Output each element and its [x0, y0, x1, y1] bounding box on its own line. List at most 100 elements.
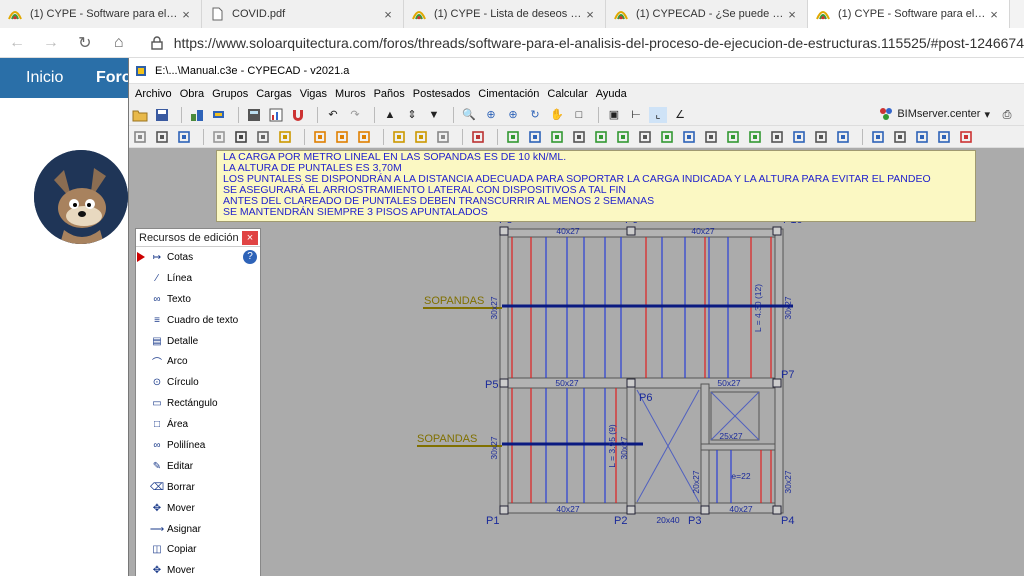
- nav-inicio[interactable]: Inicio: [26, 58, 63, 98]
- mirror-icon[interactable]: [702, 129, 720, 145]
- panel-item-texto[interactable]: ∞ Texto: [136, 289, 260, 310]
- load-icon[interactable]: [232, 129, 250, 145]
- menu-cimentación[interactable]: Cimentación: [474, 88, 543, 100]
- image-icon[interactable]: ▣: [605, 107, 623, 123]
- text-icon[interactable]: [812, 129, 830, 145]
- nav-foro[interactable]: Foro: [96, 58, 132, 98]
- panel-item-mover[interactable]: ✥ Mover: [136, 498, 260, 519]
- edit-icon[interactable]: [390, 129, 408, 145]
- panel-item-arco[interactable]: ⌒ Arco: [136, 351, 260, 372]
- browser-tab[interactable]: (1) CYPE - Software para el análi ×: [808, 0, 1010, 28]
- help-icon[interactable]: ?: [243, 250, 257, 264]
- export-icon[interactable]: [504, 129, 522, 145]
- angle-icon[interactable]: ∠: [671, 107, 689, 123]
- close-tab-icon[interactable]: ×: [583, 7, 597, 22]
- close-icon[interactable]: ×: [242, 231, 258, 245]
- column-icon[interactable]: [131, 129, 149, 145]
- insert-icon[interactable]: [526, 129, 544, 145]
- browser-tab[interactable]: (1) CYPECAD - ¿Se puede girar u×: [606, 0, 808, 28]
- refresh-icon[interactable]: ↻: [68, 33, 102, 53]
- close-tab-icon[interactable]: ×: [987, 7, 1001, 22]
- grid2-icon[interactable]: [935, 129, 953, 145]
- zoom-window-icon[interactable]: 🔍: [460, 107, 478, 123]
- forward-arrow-icon[interactable]: →: [34, 34, 68, 52]
- floor-select-icon[interactable]: ⇕: [403, 107, 421, 123]
- chart-icon[interactable]: [267, 107, 285, 123]
- panel-item-área[interactable]: □ Área: [136, 414, 260, 435]
- browser-tab[interactable]: (1) CYPE - Lista de deseos CYPE×: [404, 0, 606, 28]
- text-box-note[interactable]: LA CARGA POR METRO LINEAL EN LAS SOPANDA…: [216, 150, 976, 222]
- menu-vigas[interactable]: Vigas: [296, 88, 331, 100]
- panel-item-detalle[interactable]: ▤ Detalle: [136, 331, 260, 352]
- edit2-icon[interactable]: [412, 129, 430, 145]
- section-icon[interactable]: [869, 129, 887, 145]
- browser-tab[interactable]: (1) CYPE - Software para el análisis×: [0, 0, 202, 28]
- close-red-icon[interactable]: [957, 129, 975, 145]
- close-tab-icon[interactable]: ×: [785, 7, 799, 22]
- list-icon[interactable]: [570, 129, 588, 145]
- menu-muros[interactable]: Muros: [331, 88, 370, 100]
- undo-icon[interactable]: ↶: [324, 107, 342, 123]
- frame-icon[interactable]: [913, 129, 931, 145]
- stair3-icon[interactable]: [355, 129, 373, 145]
- close-tab-icon[interactable]: ×: [381, 7, 395, 22]
- move-icon[interactable]: [680, 129, 698, 145]
- group-icon[interactable]: [188, 107, 206, 123]
- menu-grupos[interactable]: Grupos: [208, 88, 252, 100]
- drawing-canvas[interactable]: SOPANDASSOPANDASP8P9P10P5P6P7P1P2P3P440x…: [129, 148, 1024, 576]
- panel-item-línea[interactable]: ∕ Línea: [136, 268, 260, 289]
- stair2-icon[interactable]: [333, 129, 351, 145]
- zoom-all-icon[interactable]: ⊕: [482, 107, 500, 123]
- panel-item-asignar[interactable]: ⟶ Asignar: [136, 519, 260, 540]
- panel-item-editar[interactable]: ✎ Editar: [136, 456, 260, 477]
- pan-hand-icon[interactable]: ✋: [548, 107, 566, 123]
- copy-icon[interactable]: [658, 129, 676, 145]
- align-icon[interactable]: [724, 129, 742, 145]
- axes-icon[interactable]: ⊢: [627, 107, 645, 123]
- layer-icon[interactable]: [469, 129, 487, 145]
- cart-icon[interactable]: [210, 107, 228, 123]
- panel-item-mover[interactable]: ✥ Mover: [136, 560, 260, 576]
- measure-icon[interactable]: [790, 129, 808, 145]
- menu-cargas[interactable]: Cargas: [252, 88, 295, 100]
- panel-item-cuadro-de-texto[interactable]: ≡ Cuadro de texto: [136, 310, 260, 331]
- panel-item-círculo[interactable]: ⊙ Círculo: [136, 372, 260, 393]
- beam-icon[interactable]: [153, 129, 171, 145]
- user-avatar[interactable]: [34, 150, 128, 244]
- settings-icon[interactable]: [434, 129, 452, 145]
- panel-item-polilínea[interactable]: ∞ Polilínea: [136, 435, 260, 456]
- panel-item-borrar[interactable]: ⌫ Borrar: [136, 477, 260, 498]
- menu-postesados[interactable]: Postesados: [409, 88, 474, 100]
- menu-obra[interactable]: Obra: [176, 88, 208, 100]
- open-folder-icon[interactable]: [131, 107, 149, 123]
- home-icon[interactable]: ⌂: [102, 34, 136, 52]
- box-icon[interactable]: [276, 129, 294, 145]
- menu-calcular[interactable]: Calcular: [543, 88, 591, 100]
- floor-down-icon[interactable]: ▼: [425, 107, 443, 123]
- url-field[interactable]: https://www.soloarquitectura.com/foros/t…: [150, 35, 1024, 51]
- dim-icon[interactable]: [891, 129, 909, 145]
- browser-tab[interactable]: COVID.pdf ×: [202, 0, 404, 28]
- ortho-icon[interactable]: ⌞: [649, 106, 667, 123]
- floor-up-icon[interactable]: ▲: [381, 107, 399, 123]
- tag-icon[interactable]: [254, 129, 272, 145]
- arrow-left-icon[interactable]: [548, 129, 566, 145]
- magnet-icon[interactable]: [289, 107, 307, 123]
- hatch-icon[interactable]: [834, 129, 852, 145]
- save-icon[interactable]: [153, 107, 171, 123]
- pencil-icon[interactable]: [592, 129, 610, 145]
- print-icon[interactable]: ⎙: [998, 107, 1016, 123]
- wall-icon[interactable]: [175, 129, 193, 145]
- close-tab-icon[interactable]: ×: [179, 7, 193, 22]
- regenerate-icon[interactable]: ↻: [526, 107, 544, 123]
- node-icon[interactable]: [636, 129, 654, 145]
- menu-paños[interactable]: Paños: [370, 88, 409, 100]
- menu-archivo[interactable]: Archivo: [131, 88, 176, 100]
- stair-icon[interactable]: [311, 129, 329, 145]
- tree-icon[interactable]: [768, 129, 786, 145]
- panel-item-copiar[interactable]: ◫ Copiar: [136, 539, 260, 560]
- calculator-icon[interactable]: [245, 107, 263, 123]
- panel-item-cotas[interactable]: ↦ Cotas?: [136, 247, 260, 268]
- fire-icon[interactable]: [210, 129, 228, 145]
- zoom-in-icon[interactable]: ⊕: [504, 107, 522, 123]
